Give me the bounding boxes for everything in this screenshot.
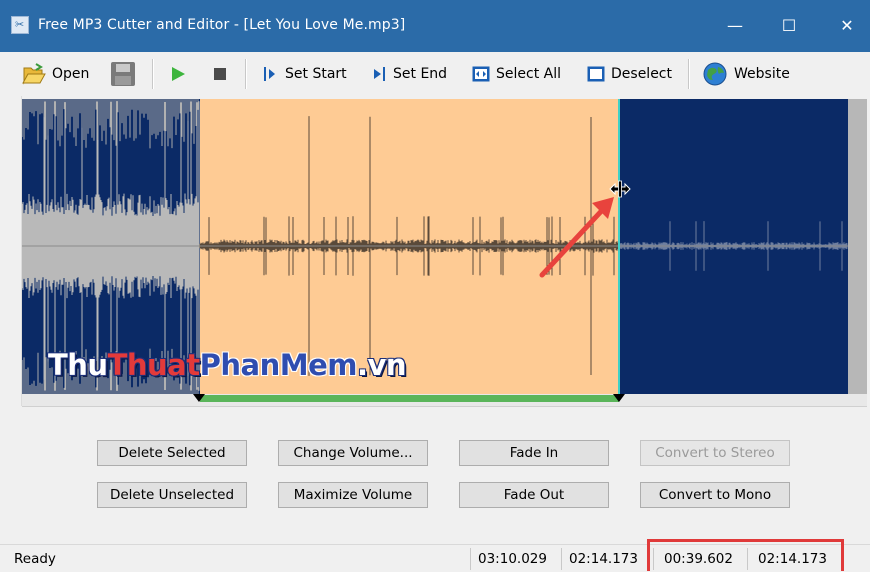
selection-start-handle[interactable] xyxy=(193,394,205,402)
deselect-button[interactable]: Deselect xyxy=(587,61,672,87)
set-end-button[interactable]: Set End xyxy=(371,61,447,87)
fade-in-button[interactable]: Fade In xyxy=(459,440,609,466)
stop-button[interactable] xyxy=(210,61,230,87)
status-text: Ready xyxy=(14,551,56,567)
deselect-icon xyxy=(587,66,605,82)
selection-end-handle[interactable] xyxy=(613,394,625,402)
right-gray-strip xyxy=(848,99,867,398)
delete-unselected-button[interactable]: Delete Unselected xyxy=(97,482,247,508)
save-button[interactable] xyxy=(110,61,136,87)
waveform-left-margin xyxy=(0,96,22,406)
set-end-icon xyxy=(374,67,385,81)
open-label: Open xyxy=(52,66,90,82)
toolbar-separator xyxy=(688,59,690,89)
selection-timeline[interactable] xyxy=(22,394,867,407)
maximize-button[interactable]: ☐ xyxy=(766,0,812,52)
toolbar-separator xyxy=(245,59,247,89)
select-all-label: Select All xyxy=(496,66,561,82)
website-label: Website xyxy=(734,66,790,82)
status-separator xyxy=(561,548,562,570)
toolbar-separator xyxy=(152,59,154,89)
selection-start-time: 02:14.173 xyxy=(569,551,638,567)
select-all-button[interactable]: Select All xyxy=(472,61,561,87)
save-disk-icon xyxy=(111,62,135,86)
change-volume-button[interactable]: Change Volume... xyxy=(278,440,428,466)
selection-range-bar xyxy=(200,395,619,402)
set-start-label: Set Start xyxy=(285,66,347,82)
close-button[interactable]: ✕ xyxy=(824,0,870,52)
select-all-icon xyxy=(472,66,490,82)
open-button[interactable]: Open xyxy=(22,61,89,87)
convert-to-mono-button[interactable]: Convert to Mono xyxy=(640,482,790,508)
set-end-label: Set End xyxy=(393,66,448,82)
deselect-label: Deselect xyxy=(611,66,672,82)
app-icon[interactable]: ✂ xyxy=(11,16,29,34)
play-icon xyxy=(172,67,185,81)
window-title: Free MP3 Cutter and Editor - [Let You Lo… xyxy=(38,17,406,33)
convert-to-stereo-button[interactable]: Convert to Stereo xyxy=(640,440,790,466)
set-start-button[interactable]: Set Start xyxy=(263,61,347,87)
fade-out-button[interactable]: Fade Out xyxy=(459,482,609,508)
maximize-volume-button[interactable]: Maximize Volume xyxy=(278,482,428,508)
play-button[interactable] xyxy=(168,61,188,87)
folder-open-icon xyxy=(22,63,46,85)
stop-icon xyxy=(214,68,226,80)
total-length: 03:10.029 xyxy=(478,551,547,567)
delete-selected-button[interactable]: Delete Selected xyxy=(97,440,247,466)
title-bar: ✂ Free MP3 Cutter and Editor - [Let You … xyxy=(0,0,870,52)
website-button[interactable]: Website xyxy=(702,61,790,87)
globe-icon xyxy=(703,62,727,86)
toolbar: Open Set Start Set End Select All Desele… xyxy=(0,52,870,96)
set-start-icon xyxy=(264,67,275,81)
annotation-highlight-box xyxy=(647,539,844,571)
watermark-logo: ThuThuatPhanMem.vn xyxy=(48,348,407,382)
status-separator xyxy=(470,548,471,570)
minimize-button[interactable]: — xyxy=(712,0,758,52)
